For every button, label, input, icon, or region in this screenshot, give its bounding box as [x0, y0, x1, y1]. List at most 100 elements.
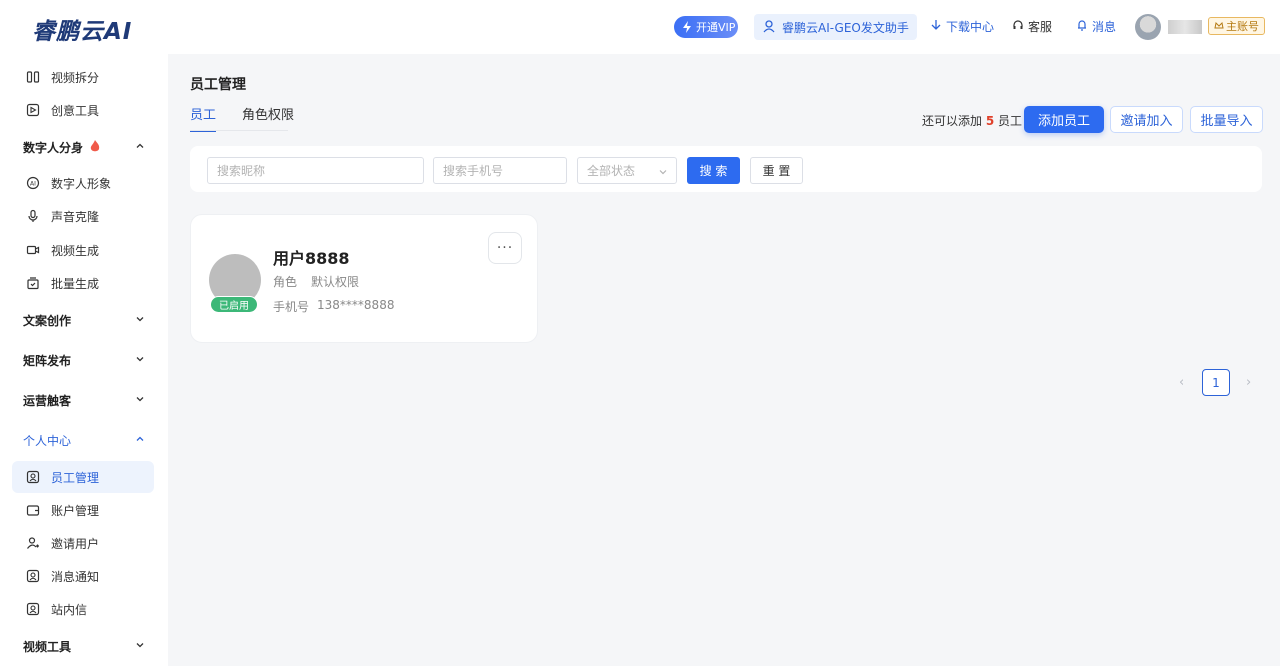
download-label: 下载中心 [946, 20, 995, 34]
sidebar-item-account-management[interactable]: 账户管理 [12, 494, 154, 526]
chevron-down-icon [135, 639, 145, 653]
employee-role-row: 角色 默认权限 [273, 273, 359, 290]
sidebar-group-personal-center[interactable]: 个人中心 [23, 428, 145, 452]
chevron-down-icon [135, 393, 145, 407]
reset-button[interactable]: 重 置 [750, 157, 803, 184]
sidebar-item-batch-gen[interactable]: 批量生成 [12, 267, 154, 299]
account-badge-label: 主账号 [1226, 20, 1259, 33]
wallet-icon [25, 502, 41, 518]
sidebar-group-matrix-publish[interactable]: 矩阵发布 [23, 348, 145, 372]
sidebar-item-inbox[interactable]: 站内信 [12, 593, 154, 625]
filter-bar: 搜索昵称 搜索手机号 全部状态 搜 索 重 置 [190, 146, 1262, 192]
fire-icon [89, 139, 101, 156]
chevron-up-icon [135, 433, 145, 447]
search-button[interactable]: 搜 索 [687, 157, 740, 184]
quota-prefix: 还可以添加 [922, 114, 983, 128]
group-label: 矩阵发布 [23, 353, 72, 368]
sidebar-group-digital-human[interactable]: 数字人分身 [23, 135, 145, 159]
search-nickname-input[interactable]: 搜索昵称 [207, 157, 424, 184]
invite-user-icon [25, 535, 41, 551]
group-label: 运营触客 [23, 393, 72, 408]
sidebar-item-label: 消息通知 [51, 569, 100, 584]
customer-service-link[interactable]: 客服 [1012, 18, 1052, 35]
sidebar-item-creative-tools[interactable]: 创意工具 [12, 94, 154, 126]
sidebar-item-label: 账户管理 [51, 503, 100, 518]
sidebar-group-operation[interactable]: 运营触客 [23, 388, 145, 412]
prev-page-button[interactable]: ‹ [1179, 375, 1184, 390]
next-page-button[interactable]: › [1246, 375, 1251, 390]
sidebar-item-staff-management[interactable]: 员工管理 [12, 461, 154, 493]
sidebar-group-video-tools[interactable]: 视频工具 [23, 634, 145, 658]
sidebar-item-invite-users[interactable]: 邀请用户 [12, 527, 154, 559]
sidebar-item-label: 创意工具 [51, 103, 100, 118]
sidebar-item-label: 视频生成 [51, 243, 100, 258]
sidebar-item-label: 声音克隆 [51, 209, 100, 224]
download-center-link[interactable]: 下载中心 [930, 18, 994, 35]
open-vip-button[interactable]: 开通VIP [674, 16, 738, 38]
svg-text:AI: AI [30, 181, 36, 188]
employee-name: 用户8888 [273, 249, 350, 268]
headset-icon [1012, 19, 1024, 34]
sidebar-group-copywriting[interactable]: 文案创作 [23, 308, 145, 332]
page-number-current[interactable]: 1 [1202, 369, 1230, 396]
page-title: 员工管理 [190, 77, 246, 93]
assistant-icon [762, 19, 776, 36]
sidebar-item-voice-clone[interactable]: 声音克隆 [12, 200, 154, 232]
chevron-down-icon [135, 353, 145, 367]
employee-card[interactable]: 已启用 用户8888 角色 默认权限 手机号 138****8888 ··· [190, 214, 538, 343]
sidebar-item-label: 邀请用户 [51, 536, 100, 551]
tab-role-permissions[interactable]: 角色权限 [242, 104, 294, 132]
geo-label: 睿鹏云AI-GEO发文助手 [782, 20, 909, 35]
geo-assistant-button[interactable]: 睿鹏云AI-GEO发文助手 [754, 14, 917, 40]
user-avatar[interactable] [1135, 14, 1161, 40]
play-edit-icon [25, 102, 41, 118]
sidebar-item-label: 视频拆分 [51, 70, 100, 85]
main-account-badge: 主账号 [1208, 17, 1265, 35]
download-icon [930, 19, 942, 34]
mail-icon [25, 601, 41, 617]
group-label: 文案创作 [23, 313, 72, 328]
sidebar-item-digital-avatar[interactable]: AI 数字人形象 [12, 167, 154, 199]
quota-number: 5 [985, 114, 995, 128]
group-label: 个人中心 [23, 433, 72, 448]
role-value: 默认权限 [311, 275, 360, 289]
add-staff-button[interactable]: 添加员工 [1024, 106, 1104, 133]
sidebar-item-label: 数字人形象 [51, 176, 112, 191]
sidebar-item-video-gen[interactable]: 视频生成 [12, 234, 154, 266]
search-phone-input[interactable]: 搜索手机号 [433, 157, 567, 184]
batch-icon [25, 275, 41, 291]
message-label: 消息 [1092, 20, 1117, 34]
sidebar-item-video-split[interactable]: 视频拆分 [12, 61, 154, 93]
lightning-icon [678, 18, 696, 36]
role-label: 角色 [273, 275, 298, 289]
more-options-button[interactable]: ··· [488, 232, 522, 264]
sidebar-item-label: 员工管理 [51, 470, 100, 485]
crown-icon [1214, 20, 1224, 33]
bell-icon [1076, 19, 1088, 34]
top-header: 睿鹏云AI 开通VIP 睿鹏云AI-GEO发文助手 下载中心 客服 消息 主账号 [0, 0, 1280, 54]
vip-label: 开通VIP [696, 21, 736, 34]
chevron-down-icon [135, 313, 145, 327]
status-select-value: 全部状态 [587, 164, 636, 178]
sidebar-item-notifications[interactable]: 消息通知 [12, 560, 154, 592]
batch-import-button[interactable]: 批量导入 [1190, 106, 1263, 133]
chevron-down-icon [658, 166, 668, 180]
user-name-blurred [1168, 20, 1202, 34]
messages-link[interactable]: 消息 [1076, 18, 1116, 35]
status-select[interactable]: 全部状态 [577, 157, 677, 184]
split-icon [25, 69, 41, 85]
app-logo[interactable]: 睿鹏云AI [32, 12, 132, 46]
invite-join-button[interactable]: 邀请加入 [1110, 106, 1183, 133]
sidebar-item-label: 批量生成 [51, 276, 100, 291]
phone-label: 手机号 [273, 300, 310, 314]
staff-icon [25, 469, 41, 485]
tabs-divider [190, 130, 288, 131]
sidebar-item-label: 站内信 [51, 602, 88, 617]
group-label: 数字人分身 [23, 140, 84, 155]
employee-phone-row: 手机号 138****8888 [273, 298, 394, 315]
tab-staff[interactable]: 员工 [190, 104, 217, 132]
quota-suffix: 员工 [998, 114, 1023, 128]
phone-value: 138****8888 [317, 298, 395, 312]
mic-icon [25, 208, 41, 224]
status-badge: 已启用 [210, 296, 258, 313]
